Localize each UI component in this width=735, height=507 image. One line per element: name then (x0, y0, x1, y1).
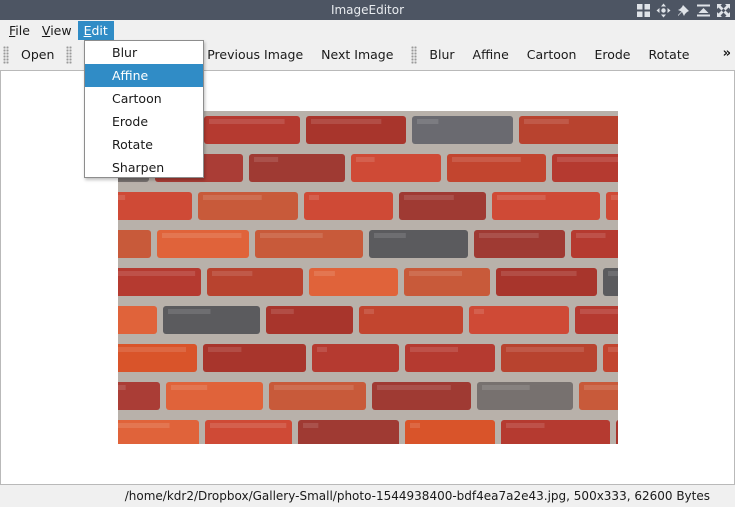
brick-texture (377, 385, 451, 390)
menu-view[interactable]: View (36, 21, 78, 40)
brick-texture (171, 385, 208, 390)
brick-texture (576, 233, 606, 238)
menu-edit-mnemonic: E (83, 22, 92, 38)
brick-texture (356, 157, 375, 162)
brick-texture (118, 271, 196, 276)
brick-texture (317, 347, 327, 352)
brick-texture (254, 157, 279, 162)
brick-texture (208, 347, 242, 352)
title-bar: ImageEditor (0, 0, 735, 20)
brick-texture (410, 347, 459, 352)
window-controls (635, 1, 732, 19)
brick-texture (506, 347, 584, 352)
brick-texture (497, 195, 546, 200)
brick-texture (118, 195, 126, 200)
brick-texture (611, 195, 618, 200)
toolbar-overflow-button[interactable]: » (723, 46, 731, 61)
menu-file-label: ile (15, 22, 30, 38)
toolbar-grip[interactable] (411, 46, 418, 64)
move-window-icon[interactable] (655, 2, 672, 19)
brick-texture (452, 157, 521, 162)
brick-texture (311, 119, 382, 124)
brick-texture (314, 271, 335, 276)
brick (118, 192, 192, 220)
window-title: ImageEditor (330, 3, 405, 17)
blur-button[interactable]: Blur (420, 42, 463, 68)
brick-texture (260, 233, 323, 238)
brick-texture (203, 195, 262, 200)
tile-windows-icon[interactable] (635, 2, 652, 19)
brick-texture (118, 347, 187, 352)
brick-texture (364, 309, 374, 314)
previous-image-button[interactable]: Previous Image (198, 42, 312, 68)
cartoon-button[interactable]: Cartoon (518, 42, 586, 68)
brick-texture (409, 271, 463, 276)
erode-button[interactable]: Erode (585, 42, 639, 68)
brick-texture (506, 423, 545, 428)
shade-window-icon[interactable] (695, 2, 712, 19)
brick-texture (271, 309, 294, 314)
next-image-button[interactable]: Next Image (312, 42, 402, 68)
open-button[interactable]: Open (12, 42, 63, 68)
toolbar-grip[interactable] (66, 46, 73, 64)
brick-texture (212, 271, 253, 276)
brick-texture (524, 119, 569, 124)
brick-texture (309, 195, 319, 200)
menu-view-mnemonic: V (41, 22, 51, 38)
brick-texture (417, 119, 439, 124)
affine-button[interactable]: Affine (464, 42, 518, 68)
brick-texture (482, 385, 530, 390)
maximize-icon[interactable] (715, 2, 732, 19)
menu-edit[interactable]: Edit (77, 20, 114, 40)
menu-view-label: iew (50, 22, 72, 38)
brick-texture (479, 233, 539, 238)
brick-texture (118, 423, 170, 428)
brick-texture (209, 119, 285, 124)
toolbar-grip[interactable] (3, 46, 9, 64)
brick-texture (118, 385, 126, 390)
brick-texture (501, 271, 577, 276)
brick-texture (608, 347, 618, 352)
brick (359, 306, 463, 334)
brick (118, 230, 151, 258)
brick-texture (210, 423, 287, 428)
brick (118, 306, 157, 334)
rotate-button[interactable]: Rotate (640, 42, 699, 68)
brick-texture (404, 195, 454, 200)
brick-texture (303, 423, 319, 428)
brick-texture (168, 309, 211, 314)
menu-file[interactable]: File (3, 21, 36, 40)
brick-texture (608, 271, 618, 276)
menu-edit-label: dit (91, 22, 108, 38)
brick-texture (374, 233, 406, 238)
edit-menu-item-blur[interactable]: Blur (85, 41, 203, 64)
status-bar: /home/kdr2/Dropbox/Gallery-Small/photo-1… (0, 486, 735, 507)
edit-menu-item-affine[interactable]: Affine (85, 64, 203, 87)
status-message: /home/kdr2/Dropbox/Gallery-Small/photo-1… (124, 489, 710, 503)
menu-bar: File View Edit (0, 20, 735, 40)
brick-texture (274, 385, 354, 390)
edit-menu-item-erode[interactable]: Erode (85, 110, 203, 133)
edit-menu-item-cartoon[interactable]: Cartoon (85, 87, 203, 110)
edit-menu-item-sharpen[interactable]: Sharpen (85, 156, 203, 179)
brick (616, 420, 618, 444)
brick-texture (580, 309, 618, 314)
brick-texture (410, 423, 420, 428)
brick-texture (162, 233, 242, 238)
edit-menu-dropdown: Blur Affine Cartoon Erode Rotate Sharpen (84, 40, 204, 178)
pin-icon[interactable] (675, 2, 692, 19)
edit-menu-item-rotate[interactable]: Rotate (85, 133, 203, 156)
brick-texture (474, 309, 484, 314)
brick-texture (584, 385, 618, 390)
brick-texture (557, 157, 618, 162)
